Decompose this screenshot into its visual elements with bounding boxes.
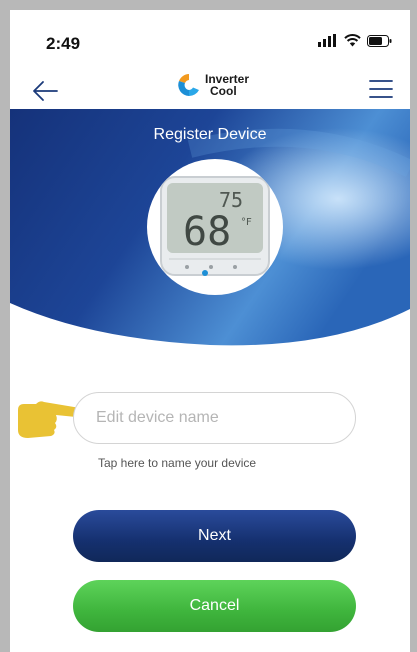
logo-line-2: Cool [210,84,237,98]
logo-text: Inverter Cool [205,73,249,97]
page-title: Register Device [153,126,267,143]
inverter-cool-logo-icon [178,74,199,97]
wifi-icon [344,34,361,47]
next-button[interactable]: Next [73,510,356,562]
brand-logo: Inverter Cool [176,72,249,98]
status-time: 2:49 [46,34,81,53]
hamburger-menu-icon [369,80,393,98]
hero-banner: Register Device 75 68 °F [10,109,410,349]
battery-icon [367,34,392,47]
back-button[interactable] [30,76,60,106]
device-image: 75 68 °F [147,159,283,295]
device-name-input[interactable] [73,392,356,444]
menu-button[interactable] [368,78,394,100]
device-unit-text: °F [241,217,252,228]
cancel-button[interactable]: Cancel [73,580,356,632]
arrow-left-icon [33,81,58,101]
app-screen: 2:49 Inverter Cool Register Device 75 68… [10,10,410,652]
status-icons [318,34,392,47]
signal-icon [318,34,336,47]
thermostat-device-icon: 75 68 °F [160,176,270,276]
device-name-hint: Tap here to name your device [98,456,257,470]
device-temperature-text: 68 [183,209,231,255]
